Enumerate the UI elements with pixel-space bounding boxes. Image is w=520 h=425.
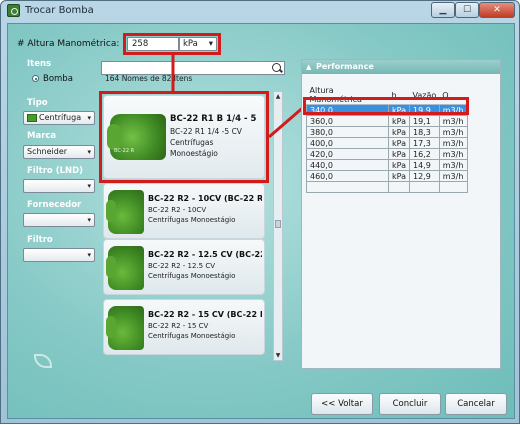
table-cell: 360,0 xyxy=(306,115,389,127)
table-cell: 18,3 xyxy=(409,126,440,138)
close-button[interactable]: ✕ xyxy=(479,2,515,18)
table-row[interactable]: 440,0 kPa 14,9 m3/h xyxy=(306,159,468,171)
pump-image xyxy=(106,246,144,290)
pump-app-icon xyxy=(7,4,20,17)
card-category: Centrífugas Monoestágio xyxy=(148,332,236,340)
performance-title: Performance xyxy=(316,62,374,71)
table-cell: 14,9 xyxy=(409,159,440,171)
scroll-down-icon[interactable]: ▼ xyxy=(275,352,281,359)
pump-image xyxy=(106,190,144,234)
cancel-button[interactable]: Cancelar xyxy=(445,393,507,415)
itens-label: Itens xyxy=(27,59,52,69)
card-subtitle: BC-22 R2 - 12.5 CV xyxy=(148,262,216,270)
table-cell: 17,3 xyxy=(409,137,440,149)
bomba-radio[interactable] xyxy=(32,75,39,82)
collapse-icon[interactable]: ▲ xyxy=(306,60,311,74)
chevron-down-icon: ▾ xyxy=(87,148,91,156)
card-title: BC-22 R2 - 10CV (BC-22 R2 xyxy=(148,194,262,203)
table-cell: 380,0 xyxy=(306,126,389,138)
marca-label: Marca xyxy=(27,131,57,141)
table-cell: 420,0 xyxy=(306,148,389,160)
table-cell: kPa xyxy=(388,115,410,127)
chevron-down-icon: ▾ xyxy=(87,216,91,224)
window-title: Trocar Bomba xyxy=(25,5,94,16)
pump-image xyxy=(106,306,144,350)
row-highlight xyxy=(303,97,469,115)
back-button[interactable]: << Voltar xyxy=(311,393,373,415)
marca-value: Schneider xyxy=(27,147,68,156)
dialog-window: Trocar Bomba ▁ ☐ ✕ # Altura Manométrica:… xyxy=(0,0,520,424)
table-cell: kPa xyxy=(388,126,410,138)
pump-card[interactable]: BC-22 R2 - 15 CV (BC-22 R2 BC-22 R2 - 15… xyxy=(103,299,265,355)
card-category: Centrífugas Monoestágio xyxy=(148,216,236,224)
filtro-lnd-select[interactable]: ▾ xyxy=(23,179,95,193)
performance-header[interactable]: ▲ Performance xyxy=(302,60,500,74)
card-subtitle: BC-22 R2 - 10CV xyxy=(148,206,207,214)
chevron-down-icon: ▾ xyxy=(87,114,91,122)
table-cell: 440,0 xyxy=(306,159,389,171)
maximize-button[interactable]: ☐ xyxy=(455,2,479,18)
table-row[interactable]: 460,0 kPa 12,9 m3/h xyxy=(306,170,468,182)
table-cell: 16,2 xyxy=(409,148,440,160)
altura-label: # Altura Manométrica: xyxy=(17,39,120,49)
filtro-label: Filtro xyxy=(27,235,53,245)
card-title: BC-22 R2 - 15 CV (BC-22 R2 xyxy=(148,310,262,319)
result-count: 164 Nomes de 82 Itens xyxy=(105,74,193,83)
bomba-radio-label: Bomba xyxy=(43,74,73,84)
chevron-down-icon: ▾ xyxy=(87,182,91,190)
altura-highlight xyxy=(123,33,221,55)
search-icon[interactable] xyxy=(272,63,281,72)
fornecedor-label: Fornecedor xyxy=(27,200,82,210)
table-cell: kPa xyxy=(388,137,410,149)
table-cell: 19,1 xyxy=(409,115,440,127)
table-row[interactable]: 400,0 kPa 17,3 m3/h xyxy=(306,137,468,149)
table-cell: m3/h xyxy=(438,159,468,171)
filtro-select[interactable]: ▾ xyxy=(23,248,95,262)
scroll-up-icon[interactable]: ▲ xyxy=(275,93,281,100)
card-highlight xyxy=(99,91,269,183)
card-list-scrollbar[interactable]: ▲ ▼ xyxy=(273,91,283,361)
title-bar: Trocar Bomba ▁ ☐ ✕ xyxy=(1,1,519,21)
table-row[interactable]: 360,0 kPa 19,1 m3/h xyxy=(306,115,468,127)
card-category: Centrífugas Monoestágio xyxy=(148,272,236,280)
chevron-down-icon: ▾ xyxy=(87,251,91,259)
table-cell: m3/h xyxy=(438,170,468,182)
pump-card[interactable]: BC-22 R2 - 12.5 CV (BC-22 R BC-22 R2 - 1… xyxy=(103,239,265,295)
table-row[interactable]: 420,0 kPa 16,2 m3/h xyxy=(306,148,468,160)
minimize-button[interactable]: ▁ xyxy=(431,2,455,18)
scroll-thumb[interactable] xyxy=(275,220,281,228)
table-cell: kPa xyxy=(388,148,410,160)
filtro-lnd-label: Filtro (LND) xyxy=(27,166,84,176)
tipo-value: Centrífuga xyxy=(39,113,82,122)
finish-button[interactable]: Concluir xyxy=(379,393,441,415)
table-cell: m3/h xyxy=(438,115,468,127)
table-cell: kPa xyxy=(388,170,410,182)
tipo-select[interactable]: Centrífuga ▾ xyxy=(23,111,95,125)
tipo-label: Tipo xyxy=(27,98,48,108)
fornecedor-select[interactable]: ▾ xyxy=(23,213,95,227)
search-input[interactable] xyxy=(101,61,285,75)
pump-card[interactable]: BC-22 R2 - 10CV (BC-22 R2 BC-22 R2 - 10C… xyxy=(103,183,265,239)
table-cell: 460,0 xyxy=(306,170,389,182)
table-cell: 12,9 xyxy=(409,170,440,182)
card-title: BC-22 R2 - 12.5 CV (BC-22 R xyxy=(148,250,262,259)
table-row[interactable]: 380,0 kPa 18,3 m3/h xyxy=(306,126,468,138)
table-cell: kPa xyxy=(388,159,410,171)
table-cell: 400,0 xyxy=(306,137,389,149)
table-cell: m3/h xyxy=(438,137,468,149)
table-cell: m3/h xyxy=(438,148,468,160)
marca-select[interactable]: Schneider ▾ xyxy=(23,145,95,159)
leaf-watermark-icon xyxy=(34,354,52,368)
pump-icon xyxy=(27,113,37,122)
table-cell: m3/h xyxy=(438,126,468,138)
table-row-empty xyxy=(306,181,468,193)
card-subtitle: BC-22 R2 - 15 CV xyxy=(148,322,209,330)
